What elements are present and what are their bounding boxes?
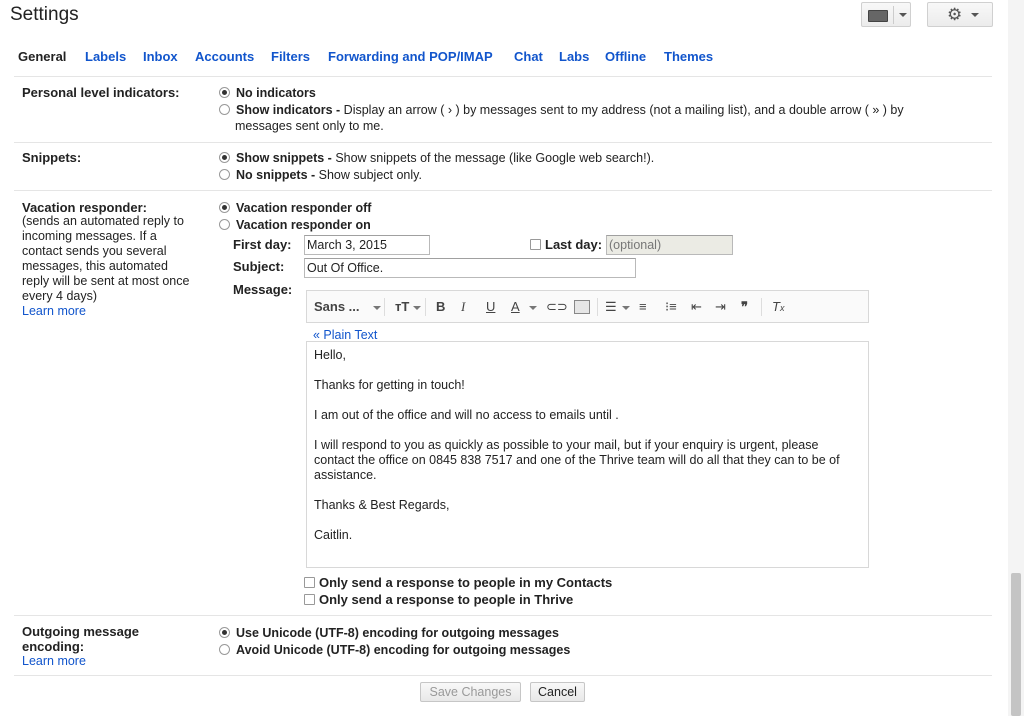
bulleted-list-icon[interactable]: ⁝≡	[665, 299, 677, 315]
font-size-icon[interactable]: тT	[395, 299, 409, 315]
tab-forwarding[interactable]: Forwarding and POP/IMAP	[328, 49, 493, 64]
tab-general[interactable]: General	[18, 49, 66, 64]
radio-button[interactable]	[219, 219, 230, 230]
contacts-only-checkbox[interactable]	[304, 577, 315, 588]
bold-icon[interactable]: B	[436, 299, 445, 315]
tab-offline[interactable]: Offline	[605, 49, 646, 64]
cancel-button[interactable]: Cancel	[530, 682, 585, 702]
numbered-list-icon[interactable]: ≡	[639, 299, 647, 315]
indicators-label: Personal level indicators:	[22, 85, 180, 100]
tab-chat[interactable]: Chat	[514, 49, 543, 64]
vacation-off-option[interactable]: Vacation responder off	[219, 200, 371, 216]
vacation-note: (sends an automated reply to incoming me…	[22, 214, 202, 319]
radio-button[interactable]	[219, 169, 230, 180]
encoding-label: Outgoing message encoding:	[22, 624, 140, 654]
scrollbar-thumb[interactable]	[1011, 573, 1021, 716]
formatting-toolbar: Sans ... тT B I U A ⊂⊃ ☰ ≡ ⁝≡ ⇤ ⇥ ❞ Tx	[306, 290, 869, 323]
radio-button[interactable]	[219, 627, 230, 638]
radio-button[interactable]	[219, 87, 230, 98]
indent-less-icon[interactable]: ⇤	[691, 299, 702, 315]
link-icon[interactable]: ⊂⊃	[546, 299, 568, 315]
radio-button[interactable]	[219, 202, 230, 213]
align-icon[interactable]: ☰	[605, 299, 617, 315]
tab-filters[interactable]: Filters	[271, 49, 310, 64]
chevron-down-icon	[899, 13, 907, 17]
chevron-down-icon	[413, 306, 421, 310]
save-changes-button[interactable]: Save Changes	[420, 682, 521, 702]
chevron-down-icon	[622, 306, 630, 310]
learn-more-link[interactable]: Learn more	[22, 654, 86, 668]
no-indicators-option[interactable]: No indicators	[219, 85, 316, 101]
indent-more-icon[interactable]: ⇥	[715, 299, 726, 315]
subject-label: Subject:	[233, 259, 285, 274]
vacation-on-option[interactable]: Vacation responder on	[219, 217, 371, 233]
quote-icon[interactable]: ❞	[741, 299, 748, 315]
chevron-down-icon	[971, 13, 979, 17]
use-unicode-option[interactable]: Use Unicode (UTF-8) encoding for outgoin…	[219, 625, 559, 641]
tab-inbox[interactable]: Inbox	[143, 49, 178, 64]
thrive-only-checkbox[interactable]	[304, 594, 315, 605]
message-editor[interactable]: Hello, Thanks for getting in touch! I am…	[306, 341, 869, 568]
image-icon[interactable]	[574, 300, 590, 314]
tab-themes[interactable]: Themes	[664, 49, 713, 64]
avoid-unicode-option[interactable]: Avoid Unicode (UTF-8) encoding for outgo…	[219, 642, 570, 658]
remove-formatting-icon[interactable]: Tx	[772, 299, 784, 316]
first-day-input[interactable]: March 3, 2015	[304, 235, 430, 255]
tab-labs[interactable]: Labs	[559, 49, 589, 64]
vacation-label: Vacation responder:	[22, 200, 147, 215]
chevron-down-icon	[529, 306, 537, 310]
input-tools-button[interactable]	[861, 2, 911, 27]
page-title: Settings	[10, 4, 79, 25]
radio-button[interactable]	[219, 152, 230, 163]
underline-icon[interactable]: U	[486, 299, 495, 315]
first-day-label: First day:	[233, 237, 292, 252]
message-label: Message:	[233, 282, 293, 297]
radio-button[interactable]	[219, 644, 230, 655]
chevron-down-icon	[373, 306, 381, 310]
subject-input[interactable]: Out Of Office.	[304, 258, 636, 278]
radio-button[interactable]	[219, 104, 230, 115]
learn-more-link[interactable]: Learn more	[22, 304, 202, 319]
italic-icon[interactable]: I	[461, 299, 465, 315]
last-day-input[interactable]: (optional)	[606, 235, 733, 255]
snippets-label: Snippets:	[22, 150, 82, 165]
contacts-only-option[interactable]: Only send a response to people in my Con…	[304, 575, 612, 590]
keyboard-icon	[868, 10, 888, 22]
show-snippets-option[interactable]: Show snippets - Show snippets of the mes…	[219, 150, 654, 166]
show-indicators-desc: messages sent only to me.	[235, 119, 384, 133]
no-snippets-option[interactable]: No snippets - Show subject only.	[219, 167, 422, 183]
font-family-select[interactable]: Sans ...	[314, 299, 360, 315]
tab-accounts[interactable]: Accounts	[195, 49, 254, 64]
settings-tabs: General Labels Inbox Accounts Filters Fo…	[14, 43, 994, 71]
plain-text-link[interactable]: « Plain Text	[313, 328, 377, 342]
settings-menu-button[interactable]: ⚙	[927, 2, 993, 27]
tab-labels[interactable]: Labels	[85, 49, 126, 64]
last-day-checkbox[interactable]	[530, 239, 541, 250]
text-color-icon[interactable]: A	[511, 299, 520, 315]
show-indicators-option[interactable]: Show indicators - Display an arrow ( › )…	[219, 102, 904, 118]
thrive-only-option[interactable]: Only send a response to people in Thrive	[304, 592, 573, 607]
gear-icon: ⚙	[947, 5, 963, 24]
last-day-option[interactable]: Last day:	[530, 237, 602, 252]
